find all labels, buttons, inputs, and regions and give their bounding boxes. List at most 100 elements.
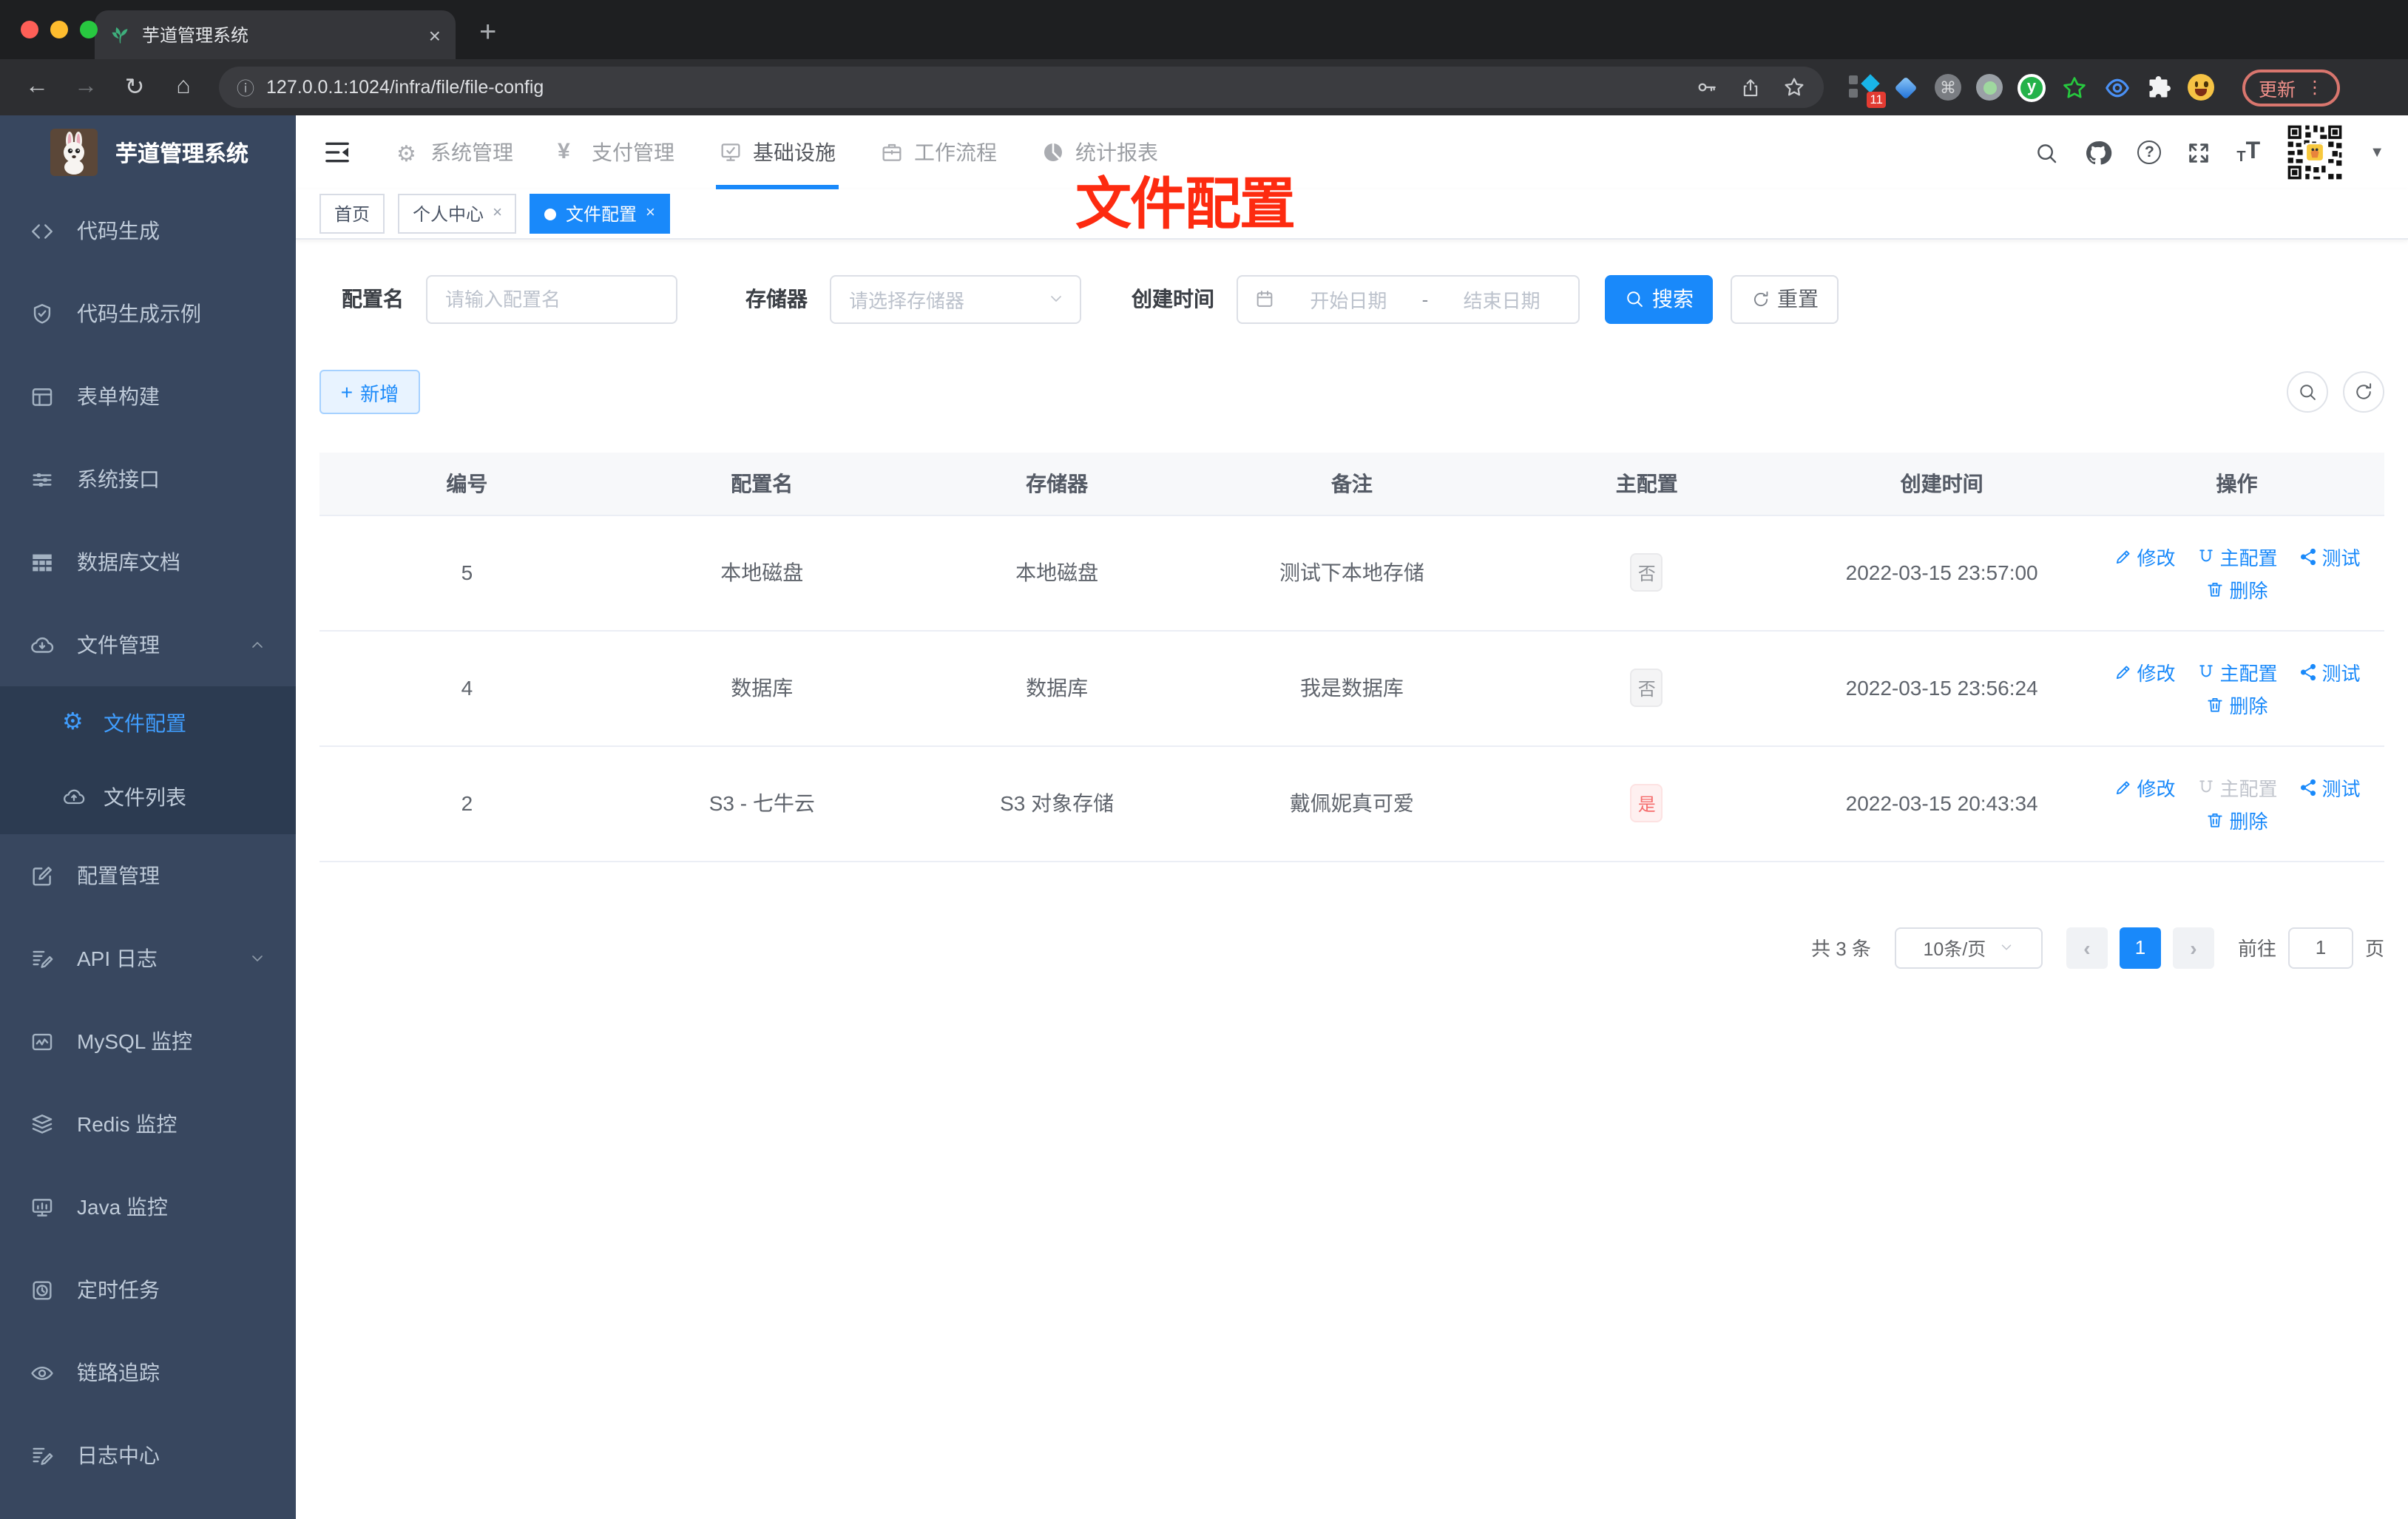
sidebar-item-form-builder[interactable]: 表单构建 [0, 355, 296, 438]
search-icon[interactable] [2034, 140, 2059, 165]
github-icon[interactable] [2084, 138, 2112, 166]
delete-link[interactable]: 删除 [2206, 575, 2268, 603]
bookmark-star-icon[interactable] [1782, 75, 1806, 99]
site-info-icon[interactable]: ⓘ [237, 75, 254, 100]
sidebar-item-code-demo[interactable]: 代码生成示例 [0, 272, 296, 355]
page-content: 配置名 存储器 请选择存储器 创建时间 开始日期 - 结束日期 [296, 240, 2408, 1519]
cell-created: 2022-03-15 23:56:24 [1794, 630, 2090, 746]
sidebar-item-log-center[interactable]: 日志中心 [0, 1414, 296, 1497]
help-icon[interactable]: ? [2137, 141, 2162, 164]
tab-profile[interactable]: 个人中心 × [398, 194, 517, 234]
show-search-button[interactable] [2287, 371, 2328, 413]
test-link[interactable]: 测试 [2299, 542, 2361, 570]
sidebar-item-label: 代码生成 [77, 219, 160, 243]
sidebar-item-file-list[interactable]: 文件列表 [0, 760, 296, 834]
page-size-select[interactable]: 10条/页 [1894, 927, 2043, 968]
forward-icon[interactable]: → [67, 74, 105, 101]
edit-link[interactable]: 修改 [2113, 657, 2176, 686]
nav-item-payment[interactable]: ¥ 支付管理 [558, 115, 674, 189]
star-extension-icon[interactable] [2060, 73, 2089, 101]
fullscreen-icon[interactable] [2186, 140, 2211, 165]
nav-item-workflow[interactable]: 工作流程 [880, 115, 997, 189]
browser-tab[interactable]: 芋道管理系统 × [95, 10, 456, 59]
current-page-button[interactable]: 1 [2119, 927, 2161, 968]
font-size-icon[interactable]: TT [2236, 139, 2260, 166]
edit-link[interactable]: 修改 [2113, 773, 2176, 801]
circle-extension-icon[interactable] [1976, 74, 2003, 101]
cell-storage: 数据库 [909, 630, 1205, 746]
add-button[interactable]: + 新增 [319, 370, 420, 414]
sidebar-item-code-gen[interactable]: 代码生成 [0, 189, 296, 272]
new-tab-button[interactable]: + [479, 18, 496, 47]
extensions-cluster: 11 ⌘ y [1849, 73, 2214, 107]
address-bar[interactable]: ⓘ 127.0.0.1:1024/infra/file/file-config [219, 67, 1824, 108]
minimize-window-button[interactable] [50, 21, 68, 38]
goto-page-input[interactable] [2287, 927, 2353, 968]
sidebar-item-tracing[interactable]: 链路追踪 [0, 1331, 296, 1414]
nav-item-system[interactable]: ⚙ 系统管理 [396, 115, 513, 189]
reset-button[interactable]: 重置 [1731, 274, 1839, 323]
prev-page-button[interactable]: ‹ [2066, 927, 2108, 968]
share-icon[interactable] [1739, 76, 1762, 98]
sidebar-item-java-monitor[interactable]: Java 监控 [0, 1166, 296, 1248]
tab-close-icon[interactable]: × [429, 24, 441, 45]
kite-extension-icon[interactable] [1892, 73, 1920, 101]
table-row: 2 S3 - 七牛云 S3 对象存储 戴佩妮真可爱 是 2022-03-15 2… [319, 745, 2384, 862]
screen: 芋道管理系统 × + ← → ↻ ⌂ ⓘ 127.0.0.1:1024/infr… [0, 0, 2408, 1519]
trash-icon [2206, 810, 2225, 829]
tab-file-config[interactable]: 文件配置 × [530, 194, 670, 234]
nav-item-infrastructure[interactable]: 基础设施 [716, 115, 839, 189]
test-link[interactable]: 测试 [2299, 657, 2361, 686]
y-extension-icon[interactable]: y [2018, 73, 2046, 101]
sidebar-group-file-manage[interactable]: 文件管理 [0, 603, 296, 686]
date-range-input[interactable]: 开始日期 - 结束日期 [1237, 274, 1580, 323]
config-name-input[interactable] [426, 274, 677, 323]
cell-name: S3 - 七牛云 [614, 745, 910, 862]
code-icon [30, 218, 55, 243]
delete-link[interactable]: 删除 [2206, 805, 2268, 833]
storage-select[interactable]: 请选择存储器 [830, 274, 1081, 323]
avatar-qr[interactable] [2285, 123, 2344, 182]
caret-down-icon[interactable]: ▼ [2370, 144, 2384, 160]
search-button[interactable]: 搜索 [1605, 274, 1713, 323]
close-window-button[interactable] [21, 21, 38, 38]
sidebar-item-redis-monitor[interactable]: Redis 监控 [0, 1083, 296, 1166]
tab-home[interactable]: 首页 [319, 194, 385, 234]
sidebar-item-db-doc[interactable]: 数据库文档 [0, 521, 296, 603]
chrome-update-button[interactable]: 更新 ⋮ [2242, 69, 2341, 106]
sidebar-item-system-api[interactable]: 系统接口 [0, 438, 296, 521]
password-key-icon[interactable] [1695, 75, 1719, 99]
sidebar-group-api-log[interactable]: API 日志 [0, 917, 296, 1000]
master-tag: 否 [1630, 669, 1663, 707]
puzzle-extensions-icon[interactable] [2146, 74, 2173, 101]
edit-link[interactable]: 修改 [2113, 542, 2176, 570]
home-icon[interactable]: ⌂ [164, 74, 203, 101]
sidebar-item-mysql-monitor[interactable]: MySQL 监控 [0, 1000, 296, 1083]
eye-extension-icon[interactable] [2103, 73, 2131, 101]
browser-menu-icon[interactable]: ⋮ [2306, 77, 2324, 98]
back-icon[interactable]: ← [18, 74, 56, 101]
emoji-extension-icon[interactable] [2188, 74, 2214, 101]
close-icon[interactable]: × [493, 205, 502, 222]
app-logo[interactable]: 芋道管理系统 [0, 115, 296, 189]
cell-id: 5 [319, 515, 615, 631]
refresh-table-button[interactable] [2343, 371, 2384, 413]
gear-icon: ⚙ [62, 710, 84, 735]
set-master-link[interactable]: 主配置 [2196, 657, 2278, 686]
refresh-icon [2353, 382, 2374, 402]
zoom-window-button[interactable] [80, 21, 98, 38]
pencil-icon [2113, 777, 2132, 796]
tampermonkey-extension-icon[interactable]: 11 [1849, 73, 1886, 107]
test-link[interactable]: 测试 [2299, 773, 2361, 801]
command-extension-icon[interactable]: ⌘ [1935, 74, 1961, 101]
delete-link[interactable]: 删除 [2206, 690, 2268, 718]
collapse-sidebar-icon[interactable] [322, 138, 352, 167]
set-master-link[interactable]: 主配置 [2196, 542, 2278, 570]
sidebar-item-scheduled-task[interactable]: 定时任务 [0, 1248, 296, 1331]
sidebar-item-file-config[interactable]: ⚙ 文件配置 [0, 686, 296, 760]
next-page-button[interactable]: › [2172, 927, 2214, 968]
reload-icon[interactable]: ↻ [115, 72, 154, 102]
close-icon[interactable]: × [646, 205, 655, 222]
sidebar-item-config-manage[interactable]: 配置管理 [0, 834, 296, 917]
cell-remark: 测试下本地存储 [1204, 515, 1500, 631]
